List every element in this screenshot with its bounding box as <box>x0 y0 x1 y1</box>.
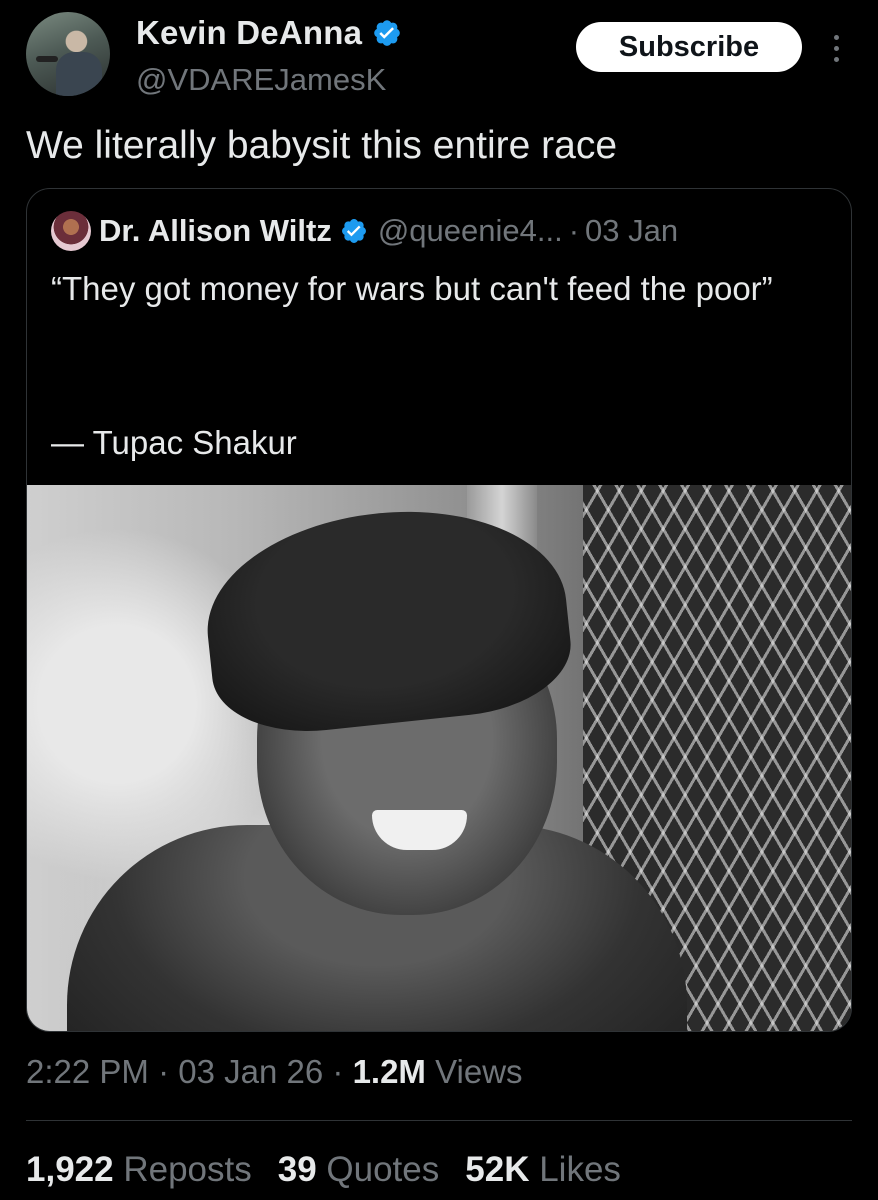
quoted-tweet-header: Dr. Allison Wiltz @queenie4... · 03 Jan <box>51 211 678 251</box>
author-name-row: Kevin DeAnna <box>136 14 402 52</box>
reposts-label: Reposts <box>123 1150 252 1189</box>
quotes-stat[interactable]: 39 Quotes <box>278 1150 440 1190</box>
quotes-count: 39 <box>277 1150 317 1189</box>
tweet-time[interactable]: 2:22 PM <box>26 1053 149 1090</box>
quoted-author-handle: @queenie4... <box>377 213 563 248</box>
author-avatar[interactable] <box>26 12 110 96</box>
quoted-author-avatar <box>51 211 91 251</box>
reposts-count: 1,922 <box>26 1150 114 1189</box>
tweet-header: Kevin DeAnna @VDAREJamesK Subscribe <box>26 12 856 102</box>
views-count: 1.2M <box>352 1053 426 1090</box>
quoted-tweet-date: 03 Jan <box>585 213 679 248</box>
quoted-tweet-attribution: — Tupac Shakur <box>51 424 297 461</box>
tweet-meta: 2:22 PM · 03 Jan 26 · 1.2M Views <box>26 1053 523 1091</box>
tweet-date[interactable]: 03 Jan 26 <box>178 1053 323 1090</box>
quoted-tweet-photo[interactable] <box>27 485 851 1031</box>
likes-stat[interactable]: 52K Likes <box>465 1150 621 1190</box>
avatar-suit <box>56 52 102 96</box>
reposts-stat[interactable]: 1,922 Reposts <box>26 1150 252 1190</box>
quoted-tweet-text: “They got money for wars but can't feed … <box>51 270 773 307</box>
quoted-tweet-card[interactable]: Dr. Allison Wiltz @queenie4... · 03 Jan … <box>26 188 852 1032</box>
dot-separator: · <box>158 1053 170 1090</box>
likes-label: Likes <box>539 1150 621 1189</box>
views-label: Views <box>435 1053 523 1090</box>
quotes-label: Quotes <box>326 1150 440 1189</box>
likes-count: 52K <box>465 1150 530 1189</box>
divider <box>26 1120 852 1121</box>
subscribe-button[interactable]: Subscribe <box>576 22 802 72</box>
author-handle[interactable]: @VDAREJamesK <box>136 62 386 98</box>
verified-badge-icon <box>341 219 366 243</box>
more-vertical-icon[interactable] <box>826 26 846 70</box>
verified-badge-icon <box>374 20 400 46</box>
tweet-text: We literally babysit this entire race <box>26 124 618 167</box>
author-display-name[interactable]: Kevin DeAnna <box>136 14 362 52</box>
engagement-stats: 1,922 Reposts 39 Quotes 52K Likes <box>26 1150 621 1190</box>
dot-separator: · <box>332 1053 344 1090</box>
dot-separator: · <box>568 213 580 248</box>
quoted-author-display-name: Dr. Allison Wiltz <box>99 213 332 248</box>
avatar-microphone <box>36 56 58 62</box>
